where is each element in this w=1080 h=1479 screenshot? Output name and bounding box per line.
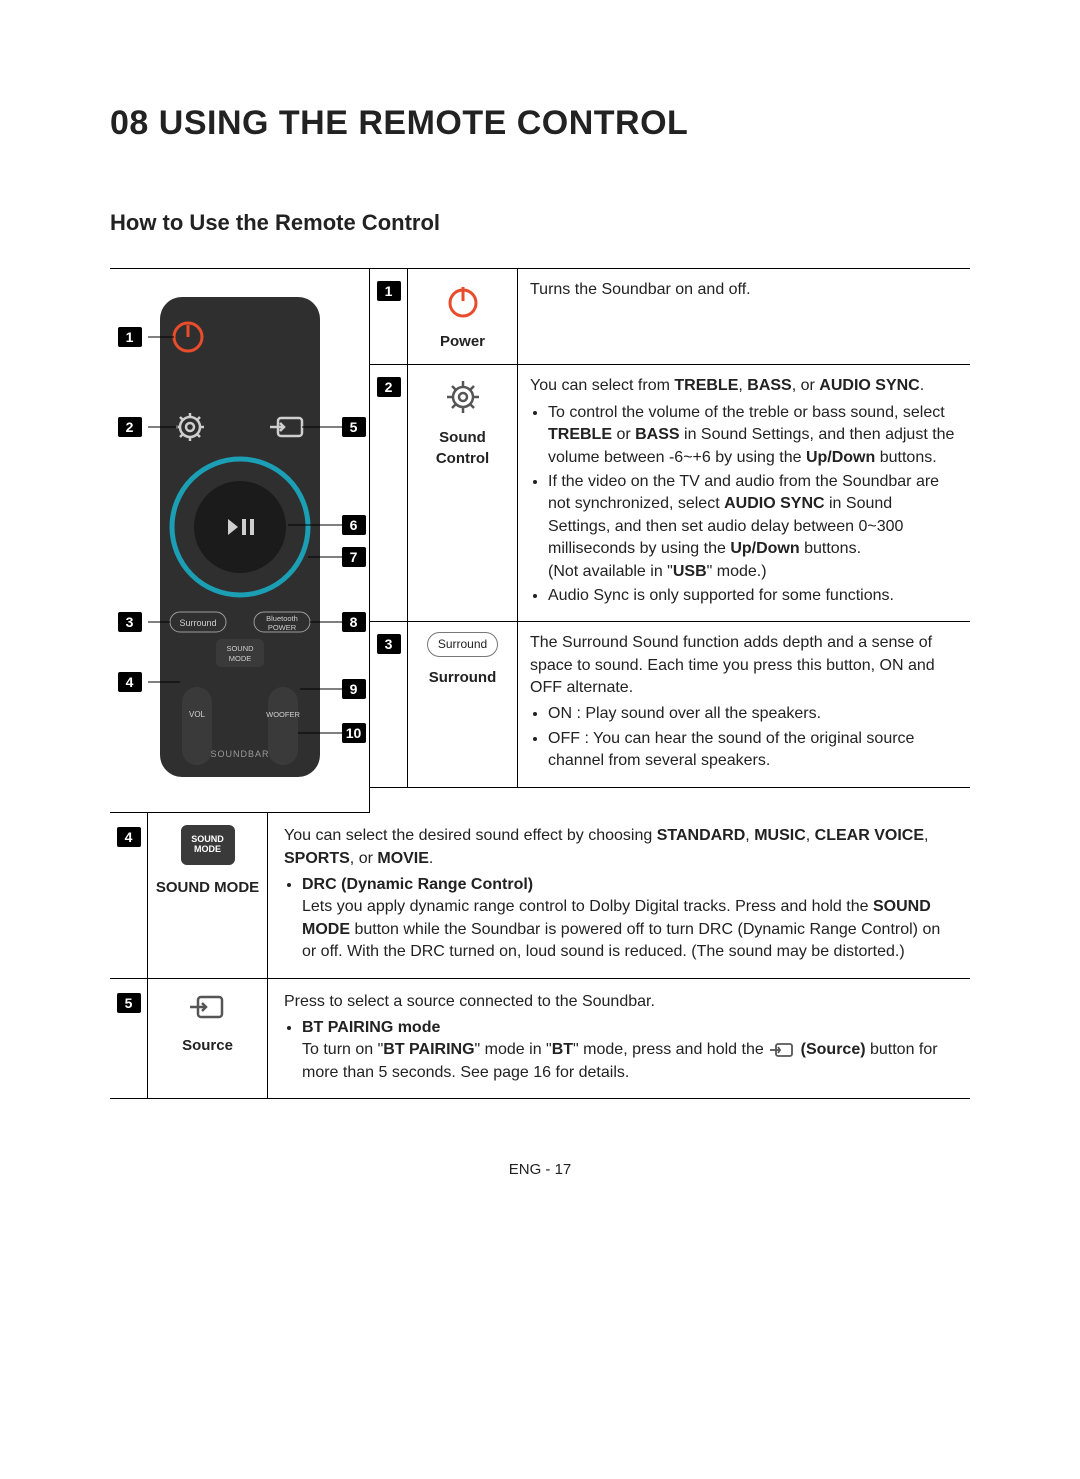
callout-10: 10 [342, 723, 366, 743]
label-sound-control: Sound Control [412, 427, 513, 469]
row-sound-control: 2 Sound Control You can select from TREB… [370, 365, 970, 622]
svg-text:SOUNDBAR: SOUNDBAR [210, 749, 269, 759]
row-power: 1 Power Turns the Soundbar on and off. [370, 269, 970, 365]
callout-7: 7 [342, 547, 366, 567]
remote-illustration-cell: Surround Bluetooth POWER SOUND MODE VOL … [110, 269, 370, 813]
svg-text:WOOFER: WOOFER [266, 710, 300, 719]
callout-3: 3 [118, 612, 142, 632]
text-source: Press to select a source connected to th… [268, 979, 970, 1099]
num-2: 2 [377, 377, 401, 397]
callout-2: 2 [118, 417, 142, 437]
surround-pill-icon: Surround [427, 632, 498, 657]
callout-5: 5 [342, 417, 366, 437]
label-sound-mode: SOUND MODE [156, 877, 259, 898]
page-footer: ENG - 17 [110, 1159, 970, 1180]
svg-text:VOL: VOL [188, 710, 205, 719]
svg-text:MODE: MODE [228, 654, 251, 663]
text-sound-mode: You can select the desired sound effect … [268, 813, 970, 977]
svg-text:Bluetooth: Bluetooth [266, 614, 298, 623]
callout-9: 9 [342, 679, 366, 699]
row-surround: 3 Surround Surround The Surround Sound f… [370, 622, 970, 787]
num-1: 1 [377, 281, 401, 301]
top-grid: Surround Bluetooth POWER SOUND MODE VOL … [110, 268, 970, 813]
callout-4: 4 [118, 672, 142, 692]
text-surround: The Surround Sound function adds depth a… [518, 622, 970, 786]
svg-text:POWER: POWER [267, 623, 296, 632]
label-surround: Surround [429, 667, 497, 688]
desc-column: 1 Power Turns the Soundbar on and off. 2 [370, 269, 970, 813]
remote-svg: Surround Bluetooth POWER SOUND MODE VOL … [120, 287, 360, 787]
num-3: 3 [377, 634, 401, 654]
row-source: 5 Source Press to select a source connec… [110, 979, 970, 1100]
page-title: 08 USING THE REMOTE CONTROL [110, 100, 970, 148]
num-5: 5 [117, 993, 141, 1013]
remote-illustration: Surround Bluetooth POWER SOUND MODE VOL … [120, 287, 360, 794]
source-inline-icon [770, 1042, 794, 1058]
text-power: Turns the Soundbar on and off. [518, 269, 970, 364]
power-icon [443, 281, 483, 321]
callout-1: 1 [118, 327, 142, 347]
callout-6: 6 [342, 515, 366, 535]
text-sound-control: You can select from TREBLE, BASS, or AUD… [518, 365, 970, 621]
row-sound-mode: 4 SOUNDMODE SOUND MODE You can select th… [110, 813, 970, 978]
label-source: Source [182, 1035, 233, 1056]
section-subtitle: How to Use the Remote Control [110, 208, 970, 239]
num-4: 4 [117, 827, 141, 847]
svg-text:Surround: Surround [179, 618, 216, 628]
label-power: Power [440, 331, 485, 352]
source-icon [188, 991, 228, 1023]
svg-text:SOUND: SOUND [226, 644, 254, 653]
callout-8: 8 [342, 612, 366, 632]
gear-icon [443, 377, 483, 417]
sound-mode-button-icon: SOUNDMODE [181, 825, 235, 865]
